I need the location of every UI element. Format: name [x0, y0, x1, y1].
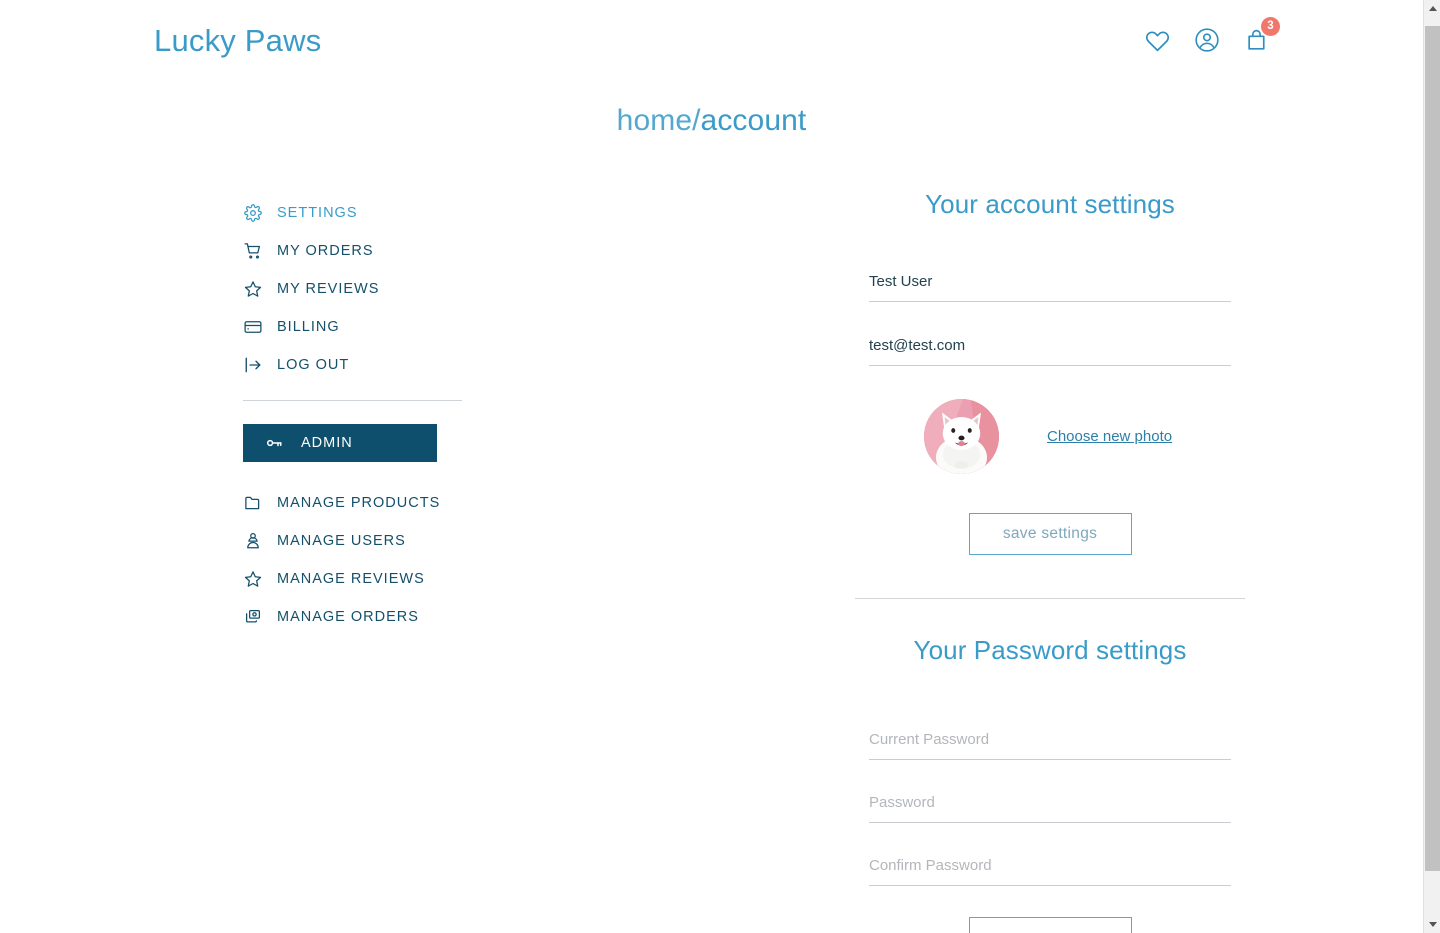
vertical-scrollbar[interactable] [1423, 0, 1440, 933]
browser-viewport: Lucky Paws 3 home/account SETTINGS MY OR… [0, 0, 1440, 933]
user-nav-list: SETTINGS MY ORDERS MY REVIEWS BILLING LO… [243, 194, 700, 384]
brand-logo[interactable]: Lucky Paws [154, 22, 321, 60]
scroll-down-arrow[interactable] [1424, 916, 1440, 933]
shopping-cart-icon [243, 241, 263, 261]
email-input[interactable] [869, 332, 1231, 366]
sidebar-item-manage-orders[interactable]: MANAGE ORDERS [243, 598, 700, 636]
save-settings-button[interactable]: save settings [968, 513, 1132, 555]
sidebar-item-label: MY REVIEWS [277, 281, 380, 297]
sidebar-item-manage-users[interactable]: MANAGE USERS [243, 522, 700, 560]
choose-new-photo-link[interactable]: Choose new photo [1047, 428, 1172, 445]
cart-count-badge: 3 [1261, 17, 1280, 36]
page-content: Lucky Paws 3 home/account SETTINGS MY OR… [0, 0, 1423, 933]
save-password-button[interactable] [968, 917, 1132, 933]
gear-icon [243, 203, 263, 223]
current-password-field-wrapper [869, 726, 1231, 760]
sidebar-item-settings[interactable]: SETTINGS [243, 194, 700, 232]
account-settings-form: Choose new photo save settings [869, 268, 1231, 555]
sidebar-item-log-out[interactable]: LOG OUT [243, 346, 700, 384]
password-settings-title: Your Password settings [913, 635, 1187, 665]
header-icon-group: 3 [1143, 17, 1280, 54]
sidebar-item-manage-reviews[interactable]: MANAGE REVIEWS [243, 560, 700, 598]
email-field-wrapper [869, 332, 1231, 366]
avatar-row: Choose new photo [869, 399, 1231, 474]
sidebar-item-billing[interactable]: BILLING [243, 308, 700, 346]
account-main: Your account settings Test User test@tes… [700, 188, 1400, 933]
site-header: Lucky Paws 3 [0, 0, 1423, 82]
user-circle-icon[interactable] [1193, 26, 1221, 54]
password-settings-form [869, 726, 1231, 933]
users-icon [243, 531, 263, 551]
new-password-field-wrapper [869, 789, 1231, 823]
account-settings-title: Your account settings [925, 189, 1175, 219]
heart-icon[interactable] [1143, 26, 1171, 54]
star-icon [243, 569, 263, 589]
sidebar-item-label: LOG OUT [277, 357, 350, 373]
sidebar-item-label: MANAGE PRODUCTS [277, 495, 441, 511]
orders-boxes-icon [243, 607, 263, 627]
logout-icon [243, 355, 263, 375]
key-icon [265, 433, 285, 453]
name-field-wrapper [869, 268, 1231, 302]
section-divider [855, 598, 1245, 599]
name-input[interactable] [869, 268, 1231, 302]
scroll-up-arrow[interactable] [1424, 0, 1440, 17]
breadcrumb-current: account [700, 104, 807, 137]
sidebar-item-label: MY ORDERS [277, 243, 374, 259]
breadcrumb-separator: / [692, 104, 701, 137]
sidebar-item-label: MANAGE ORDERS [277, 609, 419, 625]
folder-icon [243, 493, 263, 513]
sidebar-item-my-orders[interactable]: MY ORDERS [243, 232, 700, 270]
avatar[interactable] [924, 399, 999, 474]
star-icon [243, 279, 263, 299]
admin-button-label: ADMIN [301, 435, 353, 451]
confirm-password-input[interactable] [869, 852, 1231, 886]
admin-nav-list: MANAGE PRODUCTS MANAGE USERS MANAGE REVI… [243, 484, 700, 636]
shopping-bag-icon[interactable]: 3 [1243, 17, 1280, 54]
sidebar-item-my-reviews[interactable]: MY REVIEWS [243, 270, 700, 308]
sidebar-item-manage-products[interactable]: MANAGE PRODUCTS [243, 484, 700, 522]
sidebar-item-label: BILLING [277, 319, 340, 335]
confirm-password-field-wrapper [869, 852, 1231, 886]
sidebar-item-label: MANAGE USERS [277, 533, 406, 549]
credit-card-icon [243, 317, 263, 337]
scrollbar-thumb[interactable] [1425, 26, 1440, 871]
sidebar-divider [243, 400, 462, 401]
content-wrapper: SETTINGS MY ORDERS MY REVIEWS BILLING LO… [0, 188, 1423, 933]
account-sidebar: SETTINGS MY ORDERS MY REVIEWS BILLING LO… [0, 188, 700, 933]
sidebar-item-label: SETTINGS [277, 205, 358, 221]
new-password-input[interactable] [869, 789, 1231, 823]
admin-button[interactable]: ADMIN [243, 424, 437, 462]
sidebar-item-label: MANAGE REVIEWS [277, 571, 425, 587]
account-settings-section: Your account settings Test User test@tes… [700, 188, 1400, 555]
current-password-input[interactable] [869, 726, 1231, 760]
password-settings-section: Your Password settings [700, 634, 1400, 933]
breadcrumb: home/account [0, 102, 1423, 140]
breadcrumb-home-link[interactable]: home [617, 104, 692, 137]
